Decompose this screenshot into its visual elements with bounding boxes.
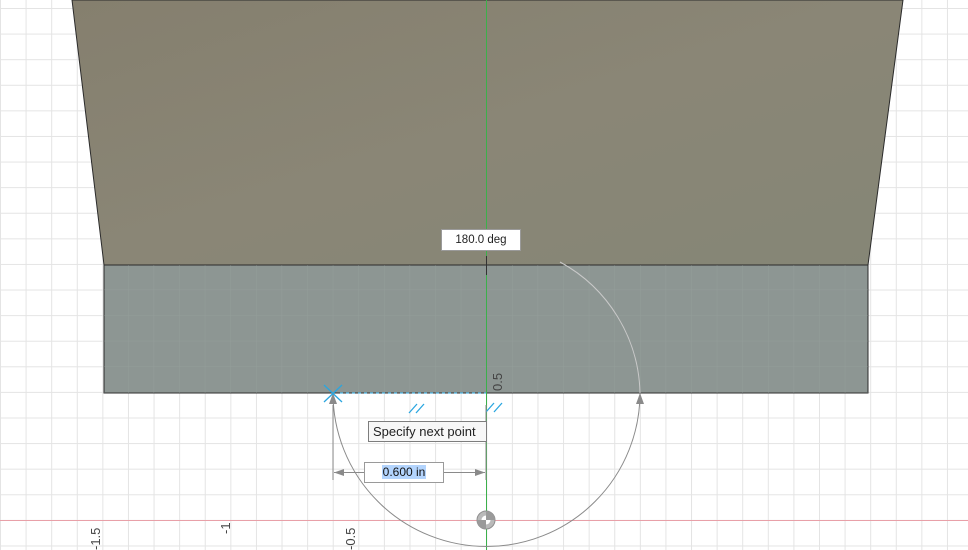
ruler-tick-label: -1 xyxy=(218,522,233,534)
dimension-value-text[interactable]: 0.600 in xyxy=(381,465,427,479)
origin-point-icon[interactable] xyxy=(476,510,496,530)
arc-arrow-right xyxy=(636,393,644,404)
dimension-arrow-left xyxy=(334,469,344,476)
arc-arrow-left xyxy=(329,393,337,404)
parallel-constraint-icon-2 xyxy=(485,402,503,413)
parallel-constraint-icon xyxy=(408,403,425,414)
ruler-tick-label: -1.5 xyxy=(88,527,103,550)
body-top-face[interactable] xyxy=(71,0,904,266)
dimension-value-input[interactable]: 0.600 in xyxy=(364,462,444,483)
dimension-arrow-right xyxy=(475,469,485,476)
angle-readout-value: 180.0 deg xyxy=(455,234,507,246)
tooltip-text: Specify next point xyxy=(373,424,476,439)
command-tooltip: Specify next point xyxy=(368,421,487,442)
ruler-tick-label: -0.5 xyxy=(343,527,358,550)
ruler-tick-label: 0.5 xyxy=(490,372,505,391)
angle-readout-input[interactable]: 180.0 deg xyxy=(441,229,521,251)
viewport-scene xyxy=(0,0,968,550)
